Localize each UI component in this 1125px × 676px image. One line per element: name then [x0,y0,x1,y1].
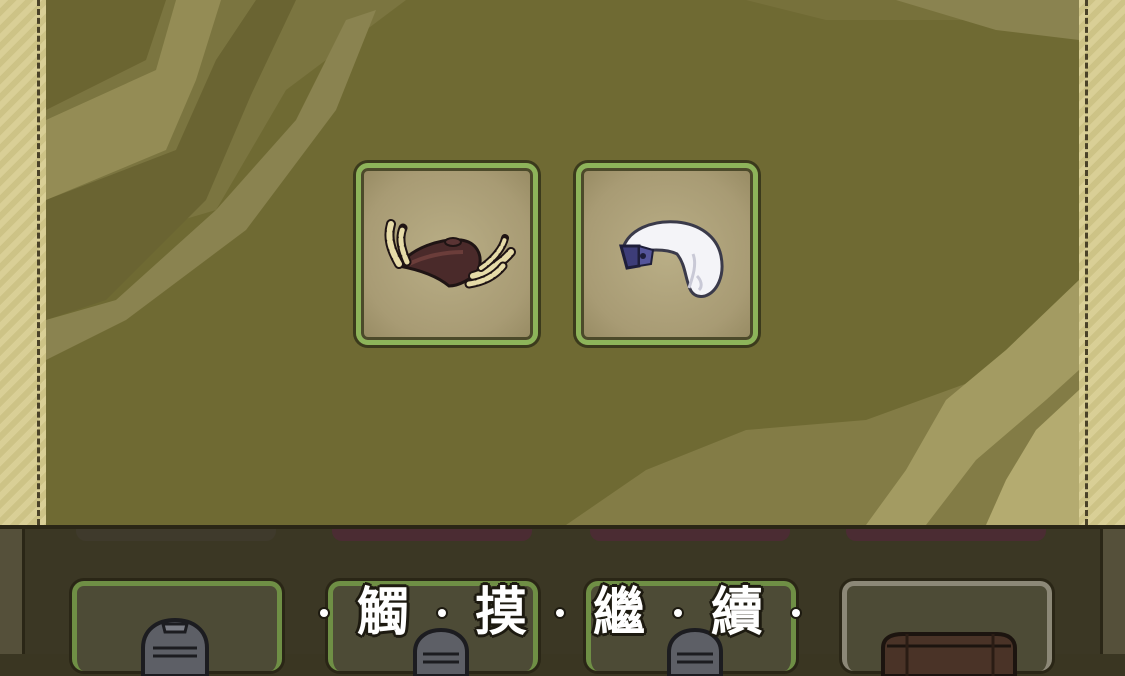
map-terrain-art [46,0,1079,525]
card-top-lip-1 [76,529,276,541]
bottom-bar-left-edge [0,529,25,654]
left-stitch-line [37,0,40,525]
right-stitch-line [1085,0,1088,525]
right-parchment-border [1075,0,1125,525]
caption-char-2: 摸 [474,583,527,643]
reward-item-slot-2[interactable] [576,163,758,345]
left-parchment-border [0,0,50,525]
bottom-bar-right-edge [1100,529,1125,654]
knight-helmet-icon [141,617,209,676]
caption-dot [320,609,328,617]
party-card-4[interactable] [842,581,1052,676]
dark-claw-gauntlet-icon [384,219,516,289]
caption-char-3: 繼 [592,583,645,643]
white-ghost-glove-icon [619,220,724,298]
treasure-chest-icon [881,632,1017,676]
tap-to-continue-prompt[interactable]: 觸 摸 繼 續 [320,578,800,648]
caption-char-1: 觸 [356,583,409,643]
card-top-lip-3 [590,529,790,541]
card-top-lip-2 [332,529,532,541]
caption-char-4: 續 [710,583,763,643]
map-background [46,0,1079,525]
reward-item-slot-1[interactable] [356,163,538,345]
caption-dot [555,609,564,617]
party-card-1[interactable] [72,581,282,676]
card-top-lip-4 [846,529,1046,541]
caption-dot [437,609,446,617]
caption-dot [791,609,800,617]
caption-dot [673,609,682,617]
